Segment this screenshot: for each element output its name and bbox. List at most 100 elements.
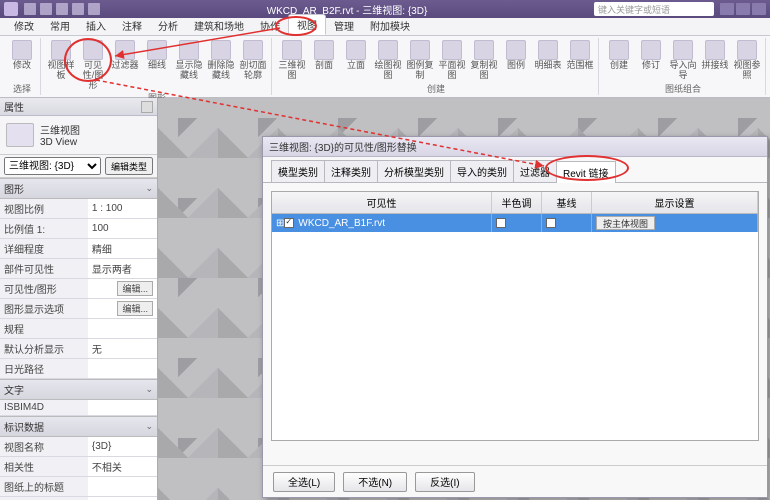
col-display[interactable]: 显示设置 [592, 192, 758, 213]
search-input[interactable]: 键入关键字或短语 [594, 2, 714, 16]
col-underlay[interactable]: 基线 [542, 192, 592, 213]
prop-value[interactable] [88, 477, 157, 497]
prop-value[interactable]: 显示两者 [88, 259, 157, 279]
ribbon-button[interactable]: 明细表 [534, 40, 562, 71]
prop-row[interactable]: 比例值 1:100 [0, 219, 157, 239]
ribbon-button[interactable]: 绘图视图 [374, 40, 402, 81]
ribbon-button[interactable]: 视图参照 [733, 40, 761, 81]
link-row[interactable]: ⊞ WKCD_AR_B1F.rvt按主体视图 [272, 214, 758, 232]
prop-value[interactable]: 100 [88, 219, 157, 239]
prop-value[interactable]: 无 [88, 497, 157, 500]
edit-button[interactable]: 编辑... [117, 301, 153, 316]
ribbon-tab-8[interactable]: 管理 [326, 16, 362, 35]
ribbon-button[interactable]: 修改 [8, 40, 36, 71]
prop-value[interactable]: 无 [88, 339, 157, 359]
prop-row[interactable]: 默认分析显示无 [0, 339, 157, 359]
prop-value[interactable]: 编辑... [88, 299, 157, 319]
prop-value[interactable]: 编辑... [88, 279, 157, 299]
halftone-checkbox[interactable] [496, 218, 506, 228]
ribbon-button[interactable]: 平面视图 [438, 40, 466, 81]
ribbon-button[interactable]: 图例 [502, 40, 530, 71]
prop-value[interactable] [88, 359, 157, 379]
edit-type-button[interactable]: 编辑类型 [105, 157, 153, 175]
ribbon-tab-7[interactable]: 视图 [288, 14, 326, 35]
prop-value[interactable] [88, 400, 157, 416]
prop-row[interactable]: 部件可见性显示两者 [0, 259, 157, 279]
ribbon-button[interactable]: 三维视图 [278, 40, 306, 81]
properties-close-icon[interactable] [141, 101, 153, 113]
ribbon-tab-3[interactable]: 注释 [114, 16, 150, 35]
ribbon-icon [442, 40, 462, 60]
select-all-button[interactable]: 全选(L) [273, 472, 335, 492]
ribbon-button[interactable]: 导入向导 [669, 40, 697, 81]
maximize-button[interactable] [736, 3, 750, 15]
prop-row[interactable]: 视图比例1 : 100 [0, 199, 157, 219]
visibility-checkbox[interactable] [284, 218, 294, 228]
dialog-tab-0[interactable]: 模型类别 [271, 160, 325, 182]
dialog-tab-2[interactable]: 分析模型类别 [377, 160, 451, 182]
ribbon-tab-9[interactable]: 附加模块 [362, 16, 418, 35]
prop-row[interactable]: 图纸上的标题 [0, 477, 157, 497]
underlay-checkbox[interactable] [546, 218, 556, 228]
col-visibility[interactable]: 可见性 [272, 192, 492, 213]
ribbon-button[interactable]: 修订 [637, 40, 665, 71]
minimize-button[interactable] [720, 3, 734, 15]
prop-row[interactable]: 可见性/图形编辑... [0, 279, 157, 299]
prop-value[interactable] [88, 319, 157, 339]
ribbon-button[interactable]: 视图样板 [47, 40, 75, 81]
qat-undo-icon[interactable] [56, 3, 68, 15]
ribbon-button[interactable]: 可见性/图形 [79, 40, 107, 91]
edit-button[interactable]: 编辑... [117, 281, 153, 296]
ribbon-button[interactable]: 显示隐藏线 [175, 40, 203, 81]
prop-row[interactable]: 相关性不相关 [0, 457, 157, 477]
col-halftone[interactable]: 半色调 [492, 192, 542, 213]
prop-row[interactable]: 规程 [0, 319, 157, 339]
ribbon-button[interactable]: 复制视图 [470, 40, 498, 81]
ribbon-button[interactable]: 拼接线 [701, 40, 729, 71]
ribbon-tab-1[interactable]: 常用 [42, 16, 78, 35]
prop-value[interactable]: {3D} [88, 437, 157, 457]
ribbon-button[interactable]: 立面 [342, 40, 370, 71]
prop-section-head[interactable]: 标识数据⌄ [0, 416, 157, 437]
expand-icon[interactable]: ⊞ [276, 218, 284, 229]
prop-value[interactable]: 不相关 [88, 457, 157, 477]
dialog-tab-1[interactable]: 注释类别 [324, 160, 378, 182]
ribbon-button[interactable]: 剖面 [310, 40, 338, 71]
prop-section-head[interactable]: 文字⌄ [0, 379, 157, 400]
close-button[interactable] [752, 3, 766, 15]
qat-redo-icon[interactable] [72, 3, 84, 15]
dialog-tab-3[interactable]: 导入的类别 [450, 160, 514, 182]
prop-row[interactable]: 详细程度精细 [0, 239, 157, 259]
ribbon-button[interactable]: 图例复制 [406, 40, 434, 81]
ribbon-tab-0[interactable]: 修改 [6, 16, 42, 35]
ribbon-tab-5[interactable]: 建筑和场地 [186, 16, 252, 35]
ribbon-button[interactable]: 删除隐藏线 [207, 40, 235, 81]
ribbon-button[interactable]: 创建 [605, 40, 633, 71]
type-tile[interactable]: 三维视图 3D View [0, 116, 157, 155]
ribbon-tab-6[interactable]: 协作 [252, 16, 288, 35]
prop-row[interactable]: ISBIM4D [0, 400, 157, 416]
ribbon-tab-2[interactable]: 插入 [78, 16, 114, 35]
prop-row[interactable]: 日光路径 [0, 359, 157, 379]
prop-row[interactable]: 图形显示选项编辑... [0, 299, 157, 319]
dialog-tab-5[interactable]: Revit 链接 [556, 161, 616, 183]
ribbon-button[interactable]: 细线 [143, 40, 171, 71]
select-none-button[interactable]: 不选(N) [343, 472, 407, 492]
ribbon-button[interactable]: 剖切面轮廓 [239, 40, 267, 81]
invert-selection-button[interactable]: 反选(I) [415, 472, 474, 492]
app-icon[interactable] [4, 2, 18, 16]
prop-section-head[interactable]: 图形⌄ [0, 178, 157, 199]
display-settings-button[interactable]: 按主体视图 [596, 216, 655, 230]
prop-row[interactable]: 视图名称{3D} [0, 437, 157, 457]
ribbon-tab-4[interactable]: 分析 [150, 16, 186, 35]
qat-open-icon[interactable] [24, 3, 36, 15]
prop-row[interactable]: 默认视图样板无 [0, 497, 157, 500]
ribbon-button[interactable]: 过滤器 [111, 40, 139, 71]
qat-print-icon[interactable] [88, 3, 100, 15]
dialog-tab-4[interactable]: 过滤器 [513, 160, 557, 182]
instance-selector[interactable]: 三维视图: {3D} [4, 157, 101, 175]
prop-value[interactable]: 1 : 100 [88, 199, 157, 219]
prop-value[interactable]: 精细 [88, 239, 157, 259]
qat-save-icon[interactable] [40, 3, 52, 15]
ribbon-button[interactable]: 范围框 [566, 40, 594, 71]
